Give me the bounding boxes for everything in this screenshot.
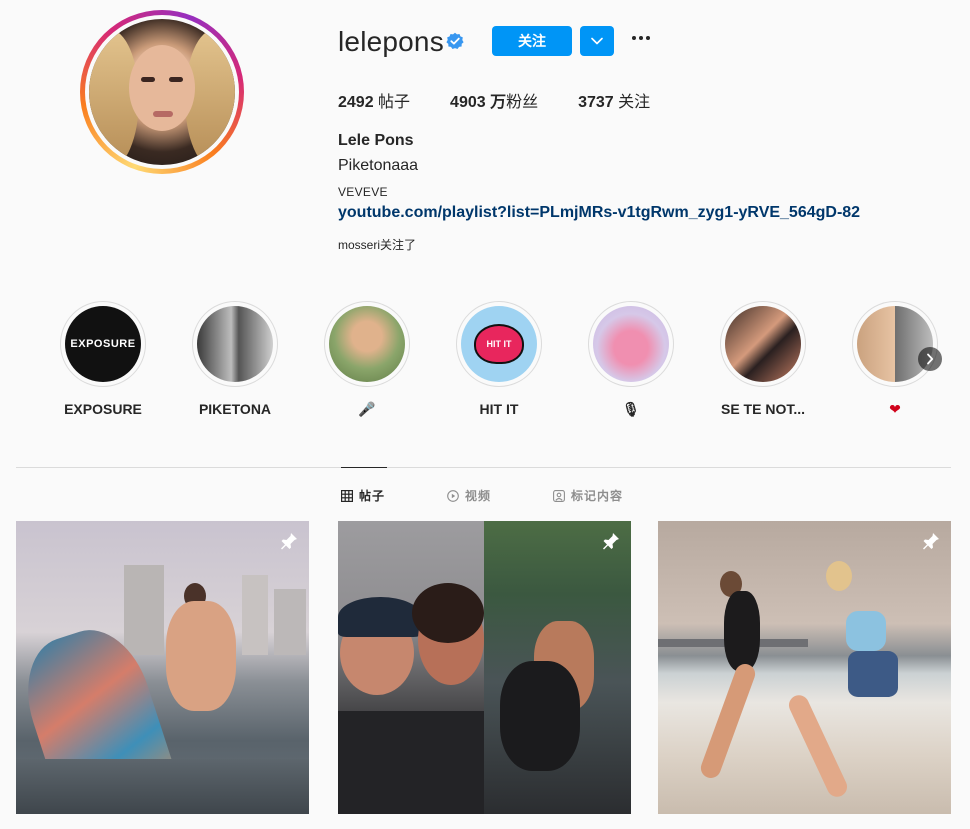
highlight-label: SE TE NOT... bbox=[720, 401, 805, 417]
tab-videos[interactable]: 视频 bbox=[447, 487, 491, 504]
suggested-accounts-button[interactable] bbox=[580, 26, 614, 56]
highlight-label: 🎤 bbox=[358, 401, 376, 417]
pinned-icon bbox=[601, 531, 621, 556]
highlight-label: ❤ bbox=[889, 401, 901, 417]
profile-full-name: Lele Pons bbox=[338, 132, 414, 149]
highlight-label: 🎙 bbox=[622, 401, 640, 417]
pinned-icon bbox=[279, 531, 299, 556]
active-tab-indicator bbox=[341, 467, 387, 468]
tab-label: 标记内容 bbox=[571, 489, 624, 503]
highlight-item[interactable]: 🎙 bbox=[586, 301, 676, 418]
posts-stat: 2492 帖子 bbox=[338, 94, 411, 111]
profile-stats: 2492 帖子 4903 万粉丝 3737 关注 bbox=[338, 88, 650, 112]
highlight-cover-text: HIT IT bbox=[486, 339, 512, 349]
profile-username: lelepons bbox=[338, 26, 444, 57]
highlight-label: PIKETONA bbox=[198, 401, 272, 417]
verified-badge-icon bbox=[446, 32, 464, 50]
highlight-item[interactable]: 🎤 bbox=[322, 301, 412, 418]
highlight-label: HIT IT bbox=[479, 401, 519, 417]
highlight-item[interactable]: EXPOSURE EXPOSURE bbox=[58, 301, 148, 417]
pinned-icon bbox=[921, 531, 941, 556]
highlight-item[interactable]: PIKETONA bbox=[190, 301, 280, 417]
profile-external-link[interactable]: youtube.com/playlist?list=PLmjMRs-v1tgRw… bbox=[338, 204, 860, 222]
profile-bio: Piketonaaa bbox=[338, 157, 419, 174]
followed-by[interactable]: mosseri关注了 bbox=[338, 236, 416, 253]
followers-stat[interactable]: 4903 万粉丝 bbox=[450, 88, 538, 112]
tagged-icon bbox=[553, 489, 565, 502]
avatar bbox=[89, 19, 235, 165]
tab-label: 视频 bbox=[465, 489, 492, 503]
tab-label: 帖子 bbox=[359, 489, 386, 503]
tab-tagged[interactable]: 标记内容 bbox=[553, 487, 623, 504]
post-thumbnail[interactable] bbox=[16, 521, 309, 814]
grid-icon bbox=[341, 489, 353, 502]
following-stat[interactable]: 3737 关注 bbox=[578, 88, 650, 112]
chevron-right-icon bbox=[927, 353, 934, 365]
highlight-item[interactable]: SE TE NOT... bbox=[718, 301, 808, 417]
post-thumbnail[interactable] bbox=[338, 521, 631, 814]
follow-button[interactable]: 关注 bbox=[492, 26, 572, 56]
profile-category: VEVEVE bbox=[338, 185, 388, 199]
tabs-divider bbox=[16, 467, 951, 468]
play-icon bbox=[447, 489, 459, 502]
profile-avatar-ring[interactable] bbox=[80, 10, 244, 174]
post-thumbnail[interactable] bbox=[658, 521, 951, 814]
highlight-cover-text: EXPOSURE bbox=[70, 338, 136, 350]
highlight-label: EXPOSURE bbox=[64, 401, 142, 417]
chevron-down-icon bbox=[591, 37, 603, 45]
highlight-item[interactable]: HIT IT HIT IT bbox=[454, 301, 544, 417]
highlights-next-button[interactable] bbox=[918, 347, 942, 371]
tab-posts[interactable]: 帖子 bbox=[341, 487, 385, 504]
more-options-icon[interactable] bbox=[632, 36, 650, 40]
